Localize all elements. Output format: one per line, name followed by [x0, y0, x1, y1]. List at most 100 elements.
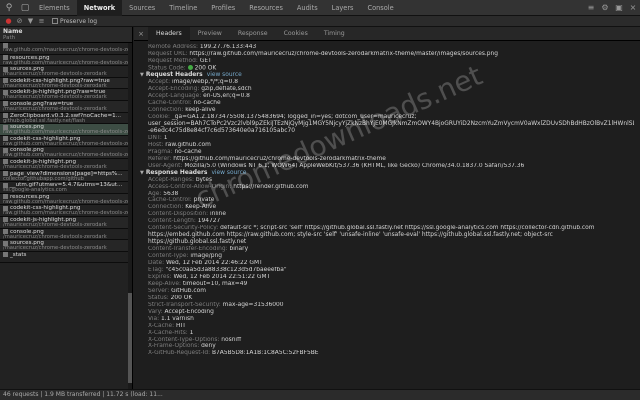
request-headers-section[interactable]: ▼ Request Headers view source	[140, 72, 634, 79]
request-header-row: Accept: image/webp,*/*;q=0.8	[148, 79, 634, 86]
request-path: /mauricecruz/chrome-devtools-zerodark	[3, 82, 107, 89]
header-value: https://github.com/mauricecruz/chrome-de…	[173, 155, 386, 162]
request-list: Name Path raw.github.com/mauricecruz/chr…	[0, 27, 133, 389]
filter-icon[interactable]: ▼	[25, 16, 36, 26]
file-icon	[3, 252, 8, 258]
request-path: /mauricecruz/chrome-devtools-zerodark	[3, 245, 107, 252]
scrollbar-thumb[interactable]	[128, 293, 132, 383]
request-row[interactable]: page_view?dimensions[page]=https%... coll…	[0, 170, 132, 183]
header-value: HIT	[176, 322, 186, 329]
response-header-row: Content-Disposition: inline	[148, 211, 634, 218]
close-details-icon[interactable]: ×	[134, 30, 148, 38]
response-header-row: Vary: Accept-Encoding	[148, 309, 634, 316]
header-value: Mozilla/5.0 (Windows NT 6.1; WOW64) Appl…	[184, 162, 525, 169]
header-value: binary	[229, 246, 249, 253]
tab-cookies[interactable]: Cookies	[276, 27, 316, 41]
tab-headers[interactable]: Headers	[148, 27, 190, 41]
header-key: Status:	[148, 294, 169, 301]
request-row[interactable]: sources.png/mauricecruz/chrome-devtools-…	[0, 240, 132, 252]
request-path: raw.github.com/mauricecruz/chrome-devtoo…	[3, 210, 132, 217]
tab-console[interactable]: Console	[360, 0, 400, 16]
header-key: Accept-Ranges:	[148, 176, 194, 183]
general-row: Request URL: https://raw.github.com/maur…	[148, 51, 634, 58]
request-row[interactable]: codekit-css-highlight.png?raw=true/mauri…	[0, 77, 132, 90]
header-value: Keep-Alive	[185, 204, 217, 211]
header-key: Via:	[148, 315, 160, 322]
request-row[interactable]: ZeroClipboard.v0.3.2.swf?noCache=1... git…	[0, 113, 132, 125]
header-key: User-Agent:	[148, 162, 183, 169]
response-header-row: Content-Security-Policy: default-src *; …	[148, 225, 634, 246]
tab-audits[interactable]: Audits	[290, 0, 325, 16]
console-drawer-icon[interactable]: ≡	[584, 3, 598, 12]
tab-resources[interactable]: Resources	[242, 0, 290, 16]
response-header-row: ETag: "c45c0aa5d3a88338c123d5d7baeeefba"	[148, 267, 634, 274]
general-row: Request Method: GET	[148, 58, 634, 65]
request-row[interactable]: codekit-js-highlight.png?raw=true/mauric…	[0, 89, 132, 101]
network-summary: 46 requests | 1.9 MB transferred | 11.72…	[0, 389, 640, 400]
header-value: no-cache	[193, 100, 221, 107]
tab-network[interactable]: Network	[76, 0, 123, 16]
request-row[interactable]: sources.png/mauricecruz/chrome-devtools-…	[0, 66, 132, 78]
settings-gear-icon[interactable]: ⚙	[598, 3, 612, 12]
request-row[interactable]: resources.png raw.github.com/mauricecruz/…	[0, 193, 132, 206]
header-key: Access-Control-Allow-Origin:	[148, 183, 232, 190]
tab-layers[interactable]: Layers	[325, 0, 361, 16]
request-row[interactable]: codekit-css-highlight.png raw.github.com/…	[0, 136, 132, 148]
device-mode-icon[interactable]: ▢	[18, 1, 32, 15]
request-row[interactable]: codekit-js-highlight.png/mauricecruz/chr…	[0, 216, 132, 229]
clear-icon[interactable]: ⊘	[14, 16, 25, 26]
request-path: raw.github.com/mauricecruz/chrome-devtoo…	[3, 140, 132, 147]
response-header-row: Content-Transfer-Encoding: binary	[148, 246, 634, 253]
request-row[interactable]: codekit-css-highlight.png raw.github.com/…	[0, 205, 132, 217]
inspect-element-icon[interactable]: ⚲	[2, 1, 16, 15]
header-key: Vary:	[148, 308, 163, 315]
request-row[interactable]: console.png/mauricecruz/chrome-devtools-…	[0, 229, 132, 241]
request-row[interactable]: console.png raw.github.com/mauricecruz/ch…	[0, 147, 132, 159]
request-row[interactable]: _stats	[0, 252, 132, 264]
tab-preview[interactable]: Preview	[190, 27, 230, 41]
header-key: DNT:	[148, 134, 162, 141]
dock-icon[interactable]: ▣	[612, 3, 626, 12]
expand-triangle-icon: ▼	[140, 72, 144, 79]
header-key: X-Content-Type-Options:	[148, 336, 220, 343]
request-row[interactable]: __utm.gif?utmwv=5.4.7&utms=13&ut... ssl.g…	[0, 182, 132, 194]
tab-elements[interactable]: Elements	[32, 0, 77, 16]
request-header-row: Cache-Control: no-cache	[148, 100, 634, 107]
response-header-row: Server: GitHub.com	[148, 288, 634, 295]
close-icon[interactable]: ×	[626, 3, 640, 12]
request-row[interactable]: sources.png raw.github.com/mauricecruz/ch…	[0, 124, 132, 136]
tab-profiles[interactable]: Profiles	[204, 0, 242, 16]
record-icon[interactable]: ●	[3, 16, 14, 26]
response-view-source-link[interactable]: view source	[211, 170, 246, 176]
request-view-source-link[interactable]: view source	[207, 72, 242, 78]
header-value: 5638	[163, 190, 179, 197]
tab-timing[interactable]: Timing	[316, 27, 353, 41]
request-row[interactable]: codekit-js-highlight.png/mauricecruz/chr…	[0, 159, 132, 171]
header-value: deny	[201, 343, 216, 350]
request-path: /mauricecruz/chrome-devtools-zerodark	[3, 221, 107, 228]
header-value: bytes	[195, 176, 213, 183]
request-row[interactable]: resources.png raw.github.com/mauricecruz/…	[0, 54, 132, 67]
response-headers-section[interactable]: ▼ Response Headers view source	[140, 170, 634, 177]
tab-sources[interactable]: Sources	[122, 0, 162, 16]
header-key: Remote Address:	[148, 44, 199, 50]
header-value: no-cache	[174, 148, 202, 155]
request-list-header[interactable]: Name Path	[0, 27, 132, 43]
response-header-row: Access-Control-Allow-Origin: https://ren…	[148, 184, 634, 191]
header-value: private	[193, 197, 215, 204]
header-value: GitHub.com	[171, 287, 206, 294]
header-key: Referer:	[148, 155, 172, 162]
request-row[interactable]: console.png?raw=true/mauricecruz/chrome-…	[0, 100, 132, 113]
request-row[interactable]: raw.github.com/mauricecruz/chrome-devtoo…	[0, 43, 132, 55]
expand-triangle-icon: ▼	[140, 169, 144, 176]
tab-response[interactable]: Response	[230, 27, 276, 41]
request-list-scrollbar[interactable]	[128, 43, 132, 389]
tab-timeline[interactable]: Timeline	[162, 0, 204, 16]
header-value: image/webp,*/*;q=0.8	[171, 79, 238, 86]
header-value: Wed, 12 Feb 2014 22:46:22 GMT	[165, 260, 263, 267]
response-headers-title: Response Headers	[145, 169, 208, 176]
list-view-icon[interactable]: ≡	[36, 16, 47, 26]
preserve-log-checkbox[interactable]	[52, 18, 58, 24]
header-value: https://render.github.com	[233, 183, 309, 190]
request-path: collector.githubapp.com/github	[3, 175, 84, 182]
